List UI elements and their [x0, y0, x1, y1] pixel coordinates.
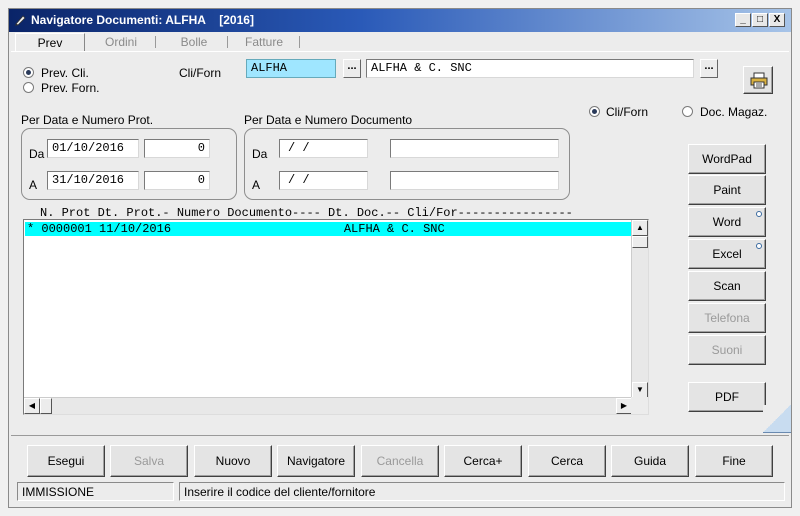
radio-clifor-label[interactable]: Cli/Forn	[606, 105, 648, 119]
salva-button[interactable]: Salva	[110, 445, 188, 477]
prot-group-title: Per Data e Numero Prot.	[21, 113, 154, 127]
guida-label: Guida	[633, 454, 667, 468]
status-dot-icon	[756, 211, 762, 217]
cerca-label: Cerca	[550, 454, 583, 468]
scroll-left-button[interactable]: ◀	[24, 398, 40, 414]
cancella-label: Cancella	[376, 454, 424, 468]
tab-prev[interactable]: Prev	[15, 33, 85, 51]
wordpad-label: WordPad	[702, 152, 752, 166]
doc-to-label: A	[252, 178, 261, 192]
document-list[interactable]: * 0000001 11/10/2016 ALFHA & C. SNC ▲ ▼ …	[23, 219, 649, 415]
esegui-label: Esegui	[47, 454, 85, 468]
doc-from-num-field[interactable]	[390, 139, 559, 158]
scroll-down-button[interactable]: ▼	[632, 382, 648, 398]
tab-fatture[interactable]: Fatture	[235, 33, 293, 51]
list-item[interactable]: * 0000001 11/10/2016 ALFHA & C. SNC	[25, 222, 631, 236]
prot-to-date-field[interactable]: 31/10/2016	[47, 171, 139, 190]
radio-clifor[interactable]	[589, 106, 600, 117]
paint-button[interactable]: Paint	[688, 175, 766, 205]
maximize-button[interactable]: □	[752, 13, 768, 27]
excel-label: Excel	[712, 247, 742, 261]
minimize-button[interactable]: _	[735, 13, 751, 27]
cerca-plus-label: Cerca+	[463, 454, 503, 468]
window-title-text: Navigatore Documenti: ALFHA	[31, 13, 206, 27]
wordpad-button[interactable]: WordPad	[688, 144, 766, 174]
navigatore-button[interactable]: Navigatore	[277, 445, 355, 477]
scroll-corner	[631, 397, 648, 414]
doc-to-date-field[interactable]: / /	[279, 171, 368, 190]
radio-prev-cli[interactable]	[23, 67, 34, 78]
word-label: Word	[712, 215, 742, 229]
scan-label: Scan	[713, 279, 741, 293]
nuovo-label: Nuovo	[215, 454, 251, 468]
paint-label: Paint	[713, 183, 741, 197]
word-button[interactable]: Word	[688, 207, 766, 237]
pdf-button[interactable]: PDF	[688, 382, 766, 412]
window-year: [2016]	[219, 13, 254, 27]
suoni-label: Suoni	[711, 343, 743, 357]
scroll-right-button[interactable]: ▶	[616, 398, 632, 414]
excel-button[interactable]: Excel	[688, 239, 766, 269]
title-bar[interactable]: Navigatore Documenti: ALFHA [2016] _ □ X	[9, 9, 791, 32]
close-button[interactable]: X	[769, 13, 785, 27]
printer-icon	[750, 72, 768, 89]
tab-bolle[interactable]: Bolle	[169, 33, 219, 51]
pencil-icon	[15, 15, 26, 26]
radio-prev-forn-label[interactable]: Prev. Forn.	[41, 81, 99, 95]
guida-button[interactable]: Guida	[611, 445, 689, 477]
page-fold-corner	[763, 405, 791, 433]
doc-to-num-field[interactable]	[390, 171, 559, 190]
clifor-name-lookup-button[interactable]: ...	[700, 59, 718, 78]
list-header: N. Prot Dt. Prot.- Numero Documento---- …	[40, 206, 573, 220]
doc-from-label: Da	[252, 147, 268, 161]
cerca-button[interactable]: Cerca	[528, 445, 606, 477]
scroll-up-button[interactable]: ▲	[632, 220, 648, 236]
radio-doc-magaz[interactable]	[682, 106, 693, 117]
prot-from-date-field[interactable]: 01/10/2016	[47, 139, 139, 158]
suoni-button[interactable]: Suoni	[688, 335, 766, 365]
radio-prev-forn[interactable]	[23, 82, 34, 93]
navigatore-label: Navigatore	[286, 454, 346, 468]
pdf-label: PDF	[715, 390, 739, 404]
main-window: Navigatore Documenti: ALFHA [2016] _ □ X…	[8, 8, 792, 508]
clifor-name-field[interactable]: ALFHA & C. SNC	[366, 59, 694, 78]
scan-button[interactable]: Scan	[688, 271, 766, 301]
clifor-code-lookup-button[interactable]: ...	[343, 59, 361, 78]
telefona-button[interactable]: Telefona	[688, 303, 766, 333]
prot-to-num-field[interactable]: 0	[144, 171, 210, 190]
radio-prev-cli-label[interactable]: Prev. Cli.	[41, 66, 89, 80]
fine-button[interactable]: Fine	[695, 445, 773, 477]
cerca-plus-button[interactable]: Cerca+	[444, 445, 522, 477]
prot-from-label: Da	[29, 147, 45, 161]
esegui-button[interactable]: Esegui	[27, 445, 105, 477]
fine-label: Fine	[722, 454, 746, 468]
radio-doc-magaz-label[interactable]: Doc. Magaz.	[700, 105, 767, 119]
status-message: Inserire il codice del cliente/fornitore	[179, 482, 785, 501]
scroll-thumb[interactable]	[632, 236, 648, 248]
tab-separator	[155, 36, 156, 48]
hscroll-thumb[interactable]	[40, 398, 52, 414]
tab-separator	[227, 36, 228, 48]
horizontal-scrollbar[interactable]: ◀ ▶	[24, 397, 632, 414]
prot-from-num-field[interactable]: 0	[144, 139, 210, 158]
cancella-button[interactable]: Cancella	[361, 445, 439, 477]
clifor-code-field[interactable]: ALFHA	[246, 59, 336, 78]
prot-to-label: A	[29, 178, 38, 192]
vertical-scrollbar[interactable]: ▲ ▼	[631, 220, 648, 398]
tab-separator	[299, 36, 300, 48]
print-button[interactable]	[743, 66, 773, 94]
status-mode: IMMISSIONE	[17, 482, 174, 501]
salva-label: Salva	[133, 454, 165, 468]
nuovo-button[interactable]: Nuovo	[194, 445, 272, 477]
tab-ordini[interactable]: Ordini	[89, 33, 153, 51]
clifor-label: Cli/Forn	[179, 66, 222, 80]
window-title: Navigatore Documenti: ALFHA [2016]	[31, 13, 254, 27]
telefona-label: Telefona	[704, 311, 750, 325]
tab-divider	[11, 51, 789, 52]
bottom-divider	[11, 435, 789, 436]
doc-group-title: Per Data e Numero Documento	[244, 113, 413, 127]
status-dot-icon	[756, 243, 762, 249]
doc-from-date-field[interactable]: / /	[279, 139, 368, 158]
